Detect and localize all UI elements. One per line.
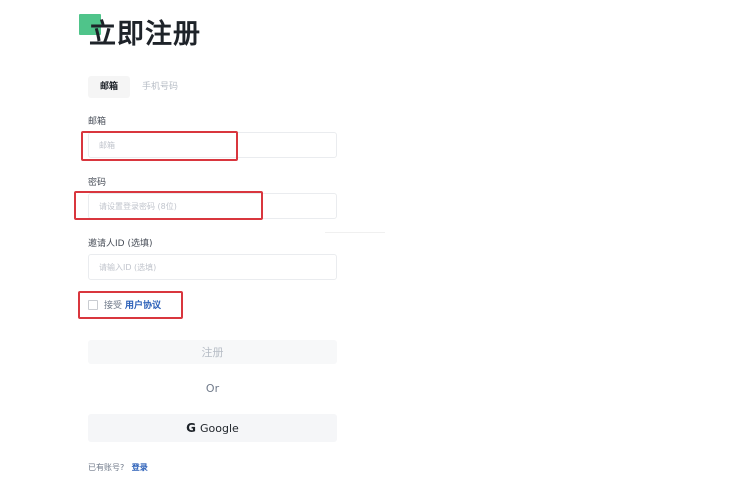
register-page: 立即注册 邮箱 手机号码 邮箱 密码 邀请人ID (选填) 接受 用户协议 注册… [0,0,750,484]
login-link[interactable]: 登录 [132,463,148,472]
google-label: Google [200,421,239,435]
agreement-prefix: 接受 [104,301,123,311]
tab-email[interactable]: 邮箱 [88,76,131,98]
password-label: 密码 [88,178,107,188]
page-title: 立即注册 [89,19,201,50]
register-button[interactable]: 注册 [88,340,337,364]
login-row: 已有账号? 登录 [88,462,148,473]
password-input[interactable] [88,193,337,219]
or-divider: Or [205,382,220,395]
referral-label: 邀请人ID (选填) [88,239,153,249]
divider-line [325,232,385,233]
google-signup-button[interactable]: G Google [88,414,337,442]
agreement-checkbox[interactable] [88,299,98,310]
tab-phone[interactable]: 手机号码 [130,76,190,98]
referral-input[interactable] [88,254,337,280]
agreement-row: 接受 用户协议 [88,298,161,311]
google-icon: G [186,421,197,435]
signup-method-tabs: 邮箱 手机号码 [88,76,190,100]
email-input[interactable] [88,132,337,158]
login-prompt: 已有账号? [88,463,125,472]
user-agreement-link[interactable]: 用户协议 [125,298,161,311]
email-label: 邮箱 [88,117,107,127]
